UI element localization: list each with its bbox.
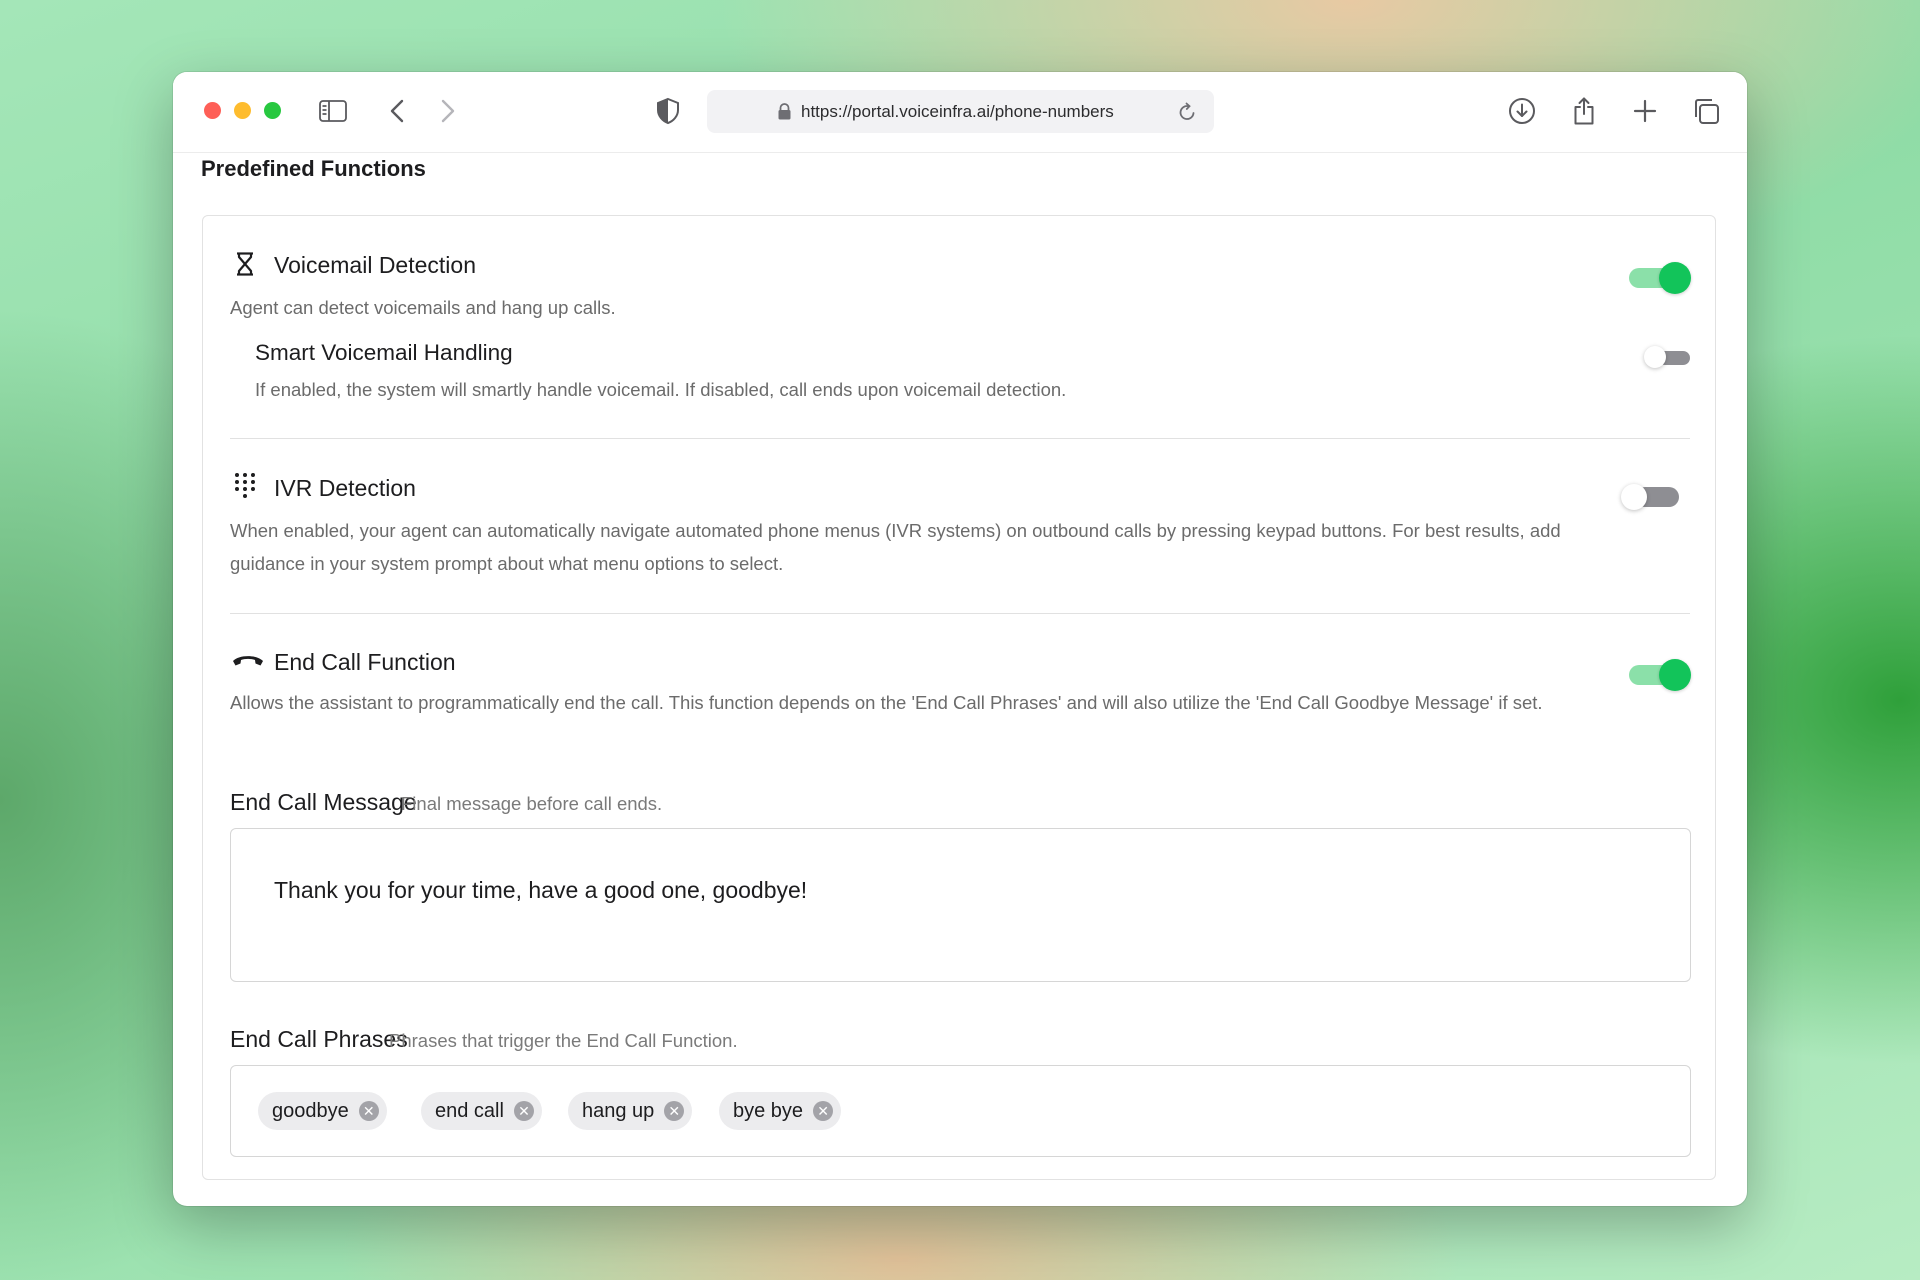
browser-toolbar: https://portal.voiceinfra.ai/phone-numbe… <box>173 72 1747 153</box>
share-icon[interactable] <box>1569 96 1599 126</box>
voicemail-detection-description: Agent can detect voicemails and hang up … <box>230 297 616 318</box>
divider <box>230 438 1690 439</box>
voicemail-detection-toggle[interactable] <box>1629 262 1691 294</box>
close-window-button[interactable] <box>204 102 221 119</box>
section-title: Predefined Functions <box>201 156 426 181</box>
end-call-phrases-hint: Phrases that trigger the End Call Functi… <box>389 1030 738 1051</box>
ivr-detection-title: IVR Detection <box>274 475 416 501</box>
ivr-detection-toggle[interactable] <box>1621 481 1681 511</box>
phrase-chip: goodbye ✕ <box>258 1092 387 1130</box>
end-call-message-value: Thank you for your time, have a good one… <box>274 877 808 903</box>
remove-phrase-icon[interactable]: ✕ <box>513 1101 534 1121</box>
url-text: https://portal.voiceinfra.ai/phone-numbe… <box>801 102 1114 121</box>
browser-window: https://portal.voiceinfra.ai/phone-numbe… <box>173 72 1747 1206</box>
new-tab-icon[interactable] <box>1630 96 1660 126</box>
end-call-function-description: Allows the assistant to programmatically… <box>230 692 1543 713</box>
end-call-message-input[interactable]: Thank you for your time, have a good one… <box>230 828 1691 982</box>
smart-voicemail-description: If enabled, the system will smartly hand… <box>255 379 1067 400</box>
sidebar-toggle-icon[interactable] <box>318 96 348 126</box>
hourglass-icon <box>232 251 258 277</box>
phrase-chip: end call ✕ <box>421 1092 542 1130</box>
end-call-phrases-input[interactable]: goodbye ✕ end call ✕ hang up ✕ bye bye ✕ <box>230 1065 1691 1157</box>
ivr-detection-description: When enabled, your agent can automatical… <box>230 520 1561 574</box>
divider <box>230 613 1690 614</box>
phrase-chip-label: hang up <box>582 1100 655 1122</box>
page-content: Predefined Functions Voicemail Detection… <box>173 152 1747 1206</box>
smart-voicemail-toggle[interactable] <box>1644 345 1690 369</box>
keypad-icon <box>232 472 258 498</box>
remove-phrase-icon[interactable]: ✕ <box>813 1101 834 1121</box>
phone-hangup-icon <box>231 648 265 674</box>
smart-voicemail-title: Smart Voicemail Handling <box>255 340 513 365</box>
lock-icon <box>777 103 792 120</box>
reload-icon[interactable] <box>1176 101 1198 123</box>
remove-phrase-icon[interactable]: ✕ <box>358 1101 379 1121</box>
end-call-message-label: End Call Message <box>230 789 417 815</box>
voicemail-detection-title: Voicemail Detection <box>274 252 476 278</box>
phrase-chip: hang up ✕ <box>568 1092 693 1130</box>
end-call-phrases-label: End Call Phrases <box>230 1026 408 1052</box>
minimize-window-button[interactable] <box>234 102 251 119</box>
address-bar[interactable]: https://portal.voiceinfra.ai/phone-numbe… <box>707 90 1214 133</box>
back-icon[interactable] <box>383 96 413 126</box>
functions-panel: Voicemail Detection Agent can detect voi… <box>202 215 1716 1180</box>
phrase-chip-label: end call <box>435 1100 504 1122</box>
zoom-window-button[interactable] <box>264 102 281 119</box>
end-call-message-hint: Final message before call ends. <box>401 793 663 814</box>
forward-icon[interactable] <box>432 96 462 126</box>
end-call-function-title: End Call Function <box>274 649 456 675</box>
end-call-function-toggle[interactable] <box>1629 659 1691 691</box>
phrase-chip: bye bye ✕ <box>719 1092 842 1130</box>
privacy-shield-icon[interactable] <box>653 96 683 126</box>
download-icon[interactable] <box>1507 96 1537 126</box>
phrase-chip-label: goodbye <box>272 1100 349 1122</box>
remove-phrase-icon[interactable]: ✕ <box>664 1101 685 1121</box>
phrase-chip-label: bye bye <box>733 1100 804 1122</box>
tab-overview-icon[interactable] <box>1691 96 1721 126</box>
